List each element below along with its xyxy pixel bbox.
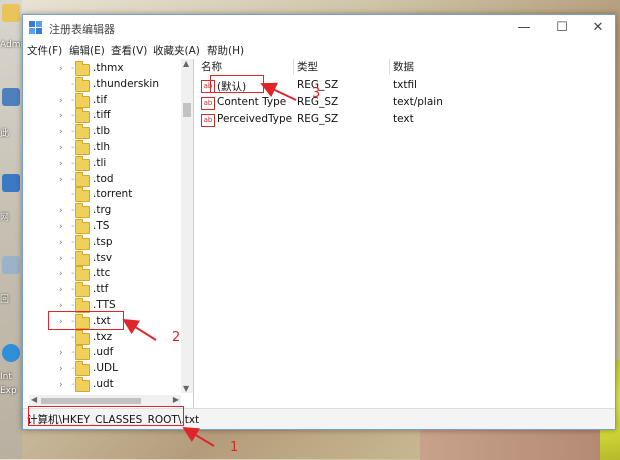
arrow-1	[182, 426, 215, 447]
annotation-number-2: 2	[172, 330, 181, 345]
arrow-3	[260, 82, 297, 101]
annotation-number-3: 3	[312, 86, 321, 101]
annotation-arrows	[122, 82, 297, 447]
annotation-number-1: 1	[230, 440, 239, 455]
arrow-2	[122, 318, 157, 341]
